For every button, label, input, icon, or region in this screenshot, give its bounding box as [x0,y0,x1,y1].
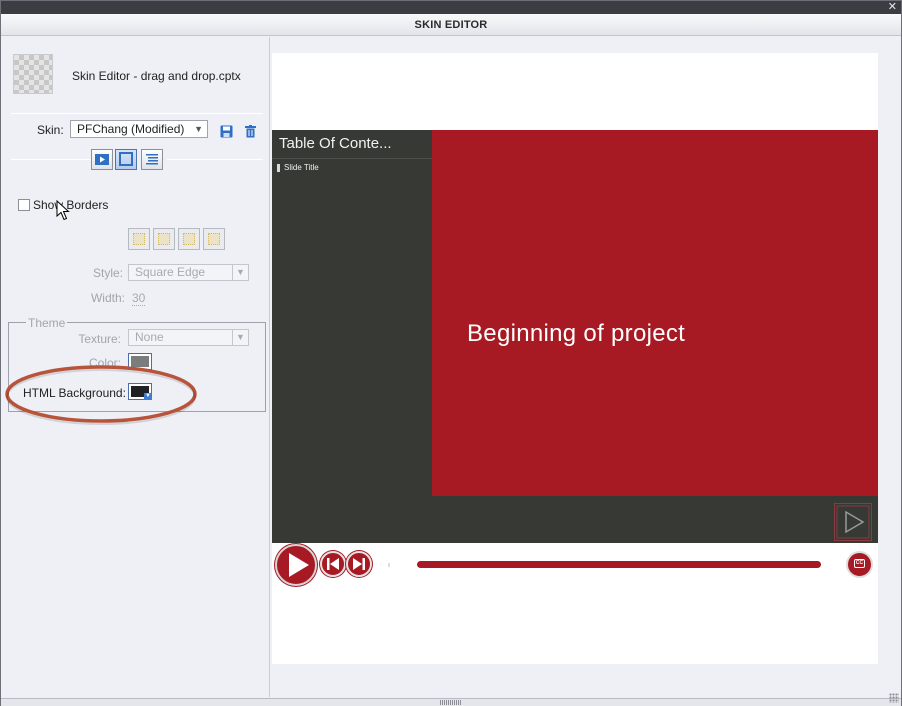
skin-editor-window: ✕ SKIN EDITOR Skin Editor - drag and dro… [0,0,902,706]
checkbox-box[interactable] [18,199,30,211]
skip-back-icon [327,558,339,570]
toc-icon [146,154,158,165]
border-icon [119,152,133,166]
delete-icon[interactable] [244,125,258,139]
chevron-down-icon: ▼ [194,124,203,134]
resize-grip[interactable] [440,700,462,705]
texture-select-value: None [135,330,164,344]
resize-corner-icon[interactable] [889,693,899,703]
bottom-resize-bar [1,698,901,706]
theme-legend: Theme [26,316,68,330]
separator [167,159,263,160]
border-right-button[interactable] [203,228,225,250]
skin-select[interactable]: PFChang (Modified) ▼ [70,120,208,138]
forward-button[interactable] [346,551,372,577]
width-input[interactable]: 30 [132,291,146,306]
window-title: SKIN EDITOR [1,14,901,36]
toc-divider [272,158,432,159]
player-stage: Table Of Conte... Slide Title Beginning … [272,130,878,543]
closed-captions-button[interactable]: CC [846,551,873,578]
color-label: Color: [88,356,121,370]
left-panel: Skin Editor - drag and drop.cptx Skin: P… [1,37,271,697]
play-icon [289,553,309,577]
border-top-button[interactable] [153,228,175,250]
color-swatch-fill [131,356,149,367]
close-button[interactable]: ✕ [888,2,897,13]
html-background-swatch[interactable]: ▼ [128,383,152,400]
toc-item-label: Slide Title [284,163,319,172]
panel-divider [269,37,270,697]
save-icon[interactable] [220,125,234,139]
slide-canvas: Beginning of project [432,130,878,496]
tab-playback-control[interactable] [91,149,113,170]
toc-panel: Table Of Conte... Slide Title [272,130,432,496]
skin-preview: Table Of Conte... Slide Title Beginning … [272,53,878,664]
rewind-button[interactable] [320,551,346,577]
separator [11,113,263,114]
tab-table-of-contents[interactable] [141,149,163,170]
html-background-label: HTML Background: [23,386,126,400]
toc-title: Table Of Conte... [279,135,392,152]
chevron-down-icon: ▼ [232,330,248,345]
width-label: Width: [90,291,125,305]
border-bottom-button[interactable] [178,228,200,250]
play-icon [95,154,109,165]
toc-item[interactable]: Slide Title [277,163,319,172]
progress-bar[interactable] [417,561,821,568]
play-button[interactable] [275,544,317,586]
slide-title: Beginning of project [467,320,686,347]
separator [11,159,91,160]
border-left-button[interactable] [128,228,150,250]
chevron-down-icon: ▼ [232,265,248,280]
skin-select-value: PFChang (Modified) [77,122,185,136]
play-overlay-button[interactable] [834,503,872,541]
color-swatch[interactable] [128,353,152,370]
style-select[interactable]: Square Edge ▼ [128,264,249,281]
skin-thumbnail [13,54,53,94]
play-outline-icon [836,505,870,539]
style-select-value: Square Edge [135,265,206,279]
skin-label: Skin: [37,123,64,137]
progress-start-marker [388,563,390,567]
style-label: Style: [92,266,123,280]
chevron-down-icon: ▼ [144,393,152,400]
toc-item-marker [277,163,280,172]
tab-borders[interactable] [115,149,137,170]
mouse-cursor-icon [56,200,70,221]
texture-label: Texture: [78,332,121,346]
show-borders-label: Show Borders [33,198,109,212]
texture-select[interactable]: None ▼ [128,329,249,346]
cc-icon: CC [854,559,865,568]
file-name: Skin Editor - drag and drop.cptx [72,69,241,83]
window-top-strip: ✕ [1,1,901,14]
skip-forward-icon [353,558,365,570]
